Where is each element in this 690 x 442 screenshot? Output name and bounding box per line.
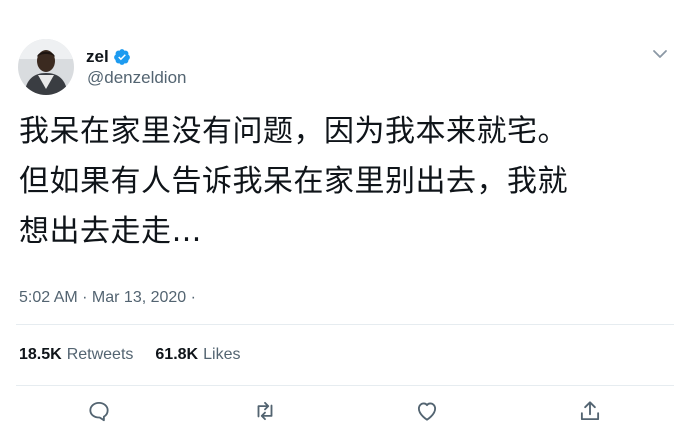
action-bar [0, 398, 690, 426]
avatar[interactable] [18, 39, 74, 95]
tweet-line: 我呆在家里没有问题，因为我本来就宅。 [19, 114, 568, 149]
tweet-line: 但如果有人告诉我呆在家里别出去，我就 [19, 164, 568, 199]
retweets-count: 18.5K [19, 346, 62, 363]
likes-label: Likes [203, 346, 241, 363]
author-handle[interactable]: @denzeldion [87, 67, 187, 89]
likes-stat[interactable]: 61.8K Likes [155, 344, 240, 366]
share-icon [580, 401, 600, 421]
heart-icon [417, 402, 437, 421]
share-button[interactable] [577, 398, 603, 424]
tweet-text: 我呆在家里没有问题，因为我本来就宅。 但如果有人告诉我呆在家里别出去，我就 想出… [19, 107, 679, 257]
engagement-stats: 18.5K Retweets 61.8K Likes [19, 344, 262, 366]
chevron-down-icon[interactable] [650, 44, 670, 64]
tweet-card: zel @denzeldion 我呆在家里没有问题，因为我本来就宅。 但如果有人… [0, 0, 690, 442]
author-name-row: zel [86, 46, 131, 68]
retweets-label: Retweets [66, 346, 134, 363]
display-name[interactable]: zel [86, 46, 109, 68]
divider [16, 324, 674, 325]
tweet-line: 想出去走走… [19, 214, 202, 249]
reply-icon [89, 401, 109, 422]
retweet-button[interactable] [252, 398, 278, 424]
reply-button[interactable] [86, 398, 112, 424]
divider [16, 385, 674, 386]
verified-badge-icon [113, 48, 131, 66]
likes-count: 61.8K [155, 346, 199, 363]
tweet-timestamp[interactable]: 5:02 AM · Mar 13, 2020 · [19, 287, 196, 309]
retweet-icon [257, 401, 273, 421]
like-button[interactable] [414, 398, 440, 424]
retweets-stat[interactable]: 18.5K Retweets [19, 344, 133, 366]
